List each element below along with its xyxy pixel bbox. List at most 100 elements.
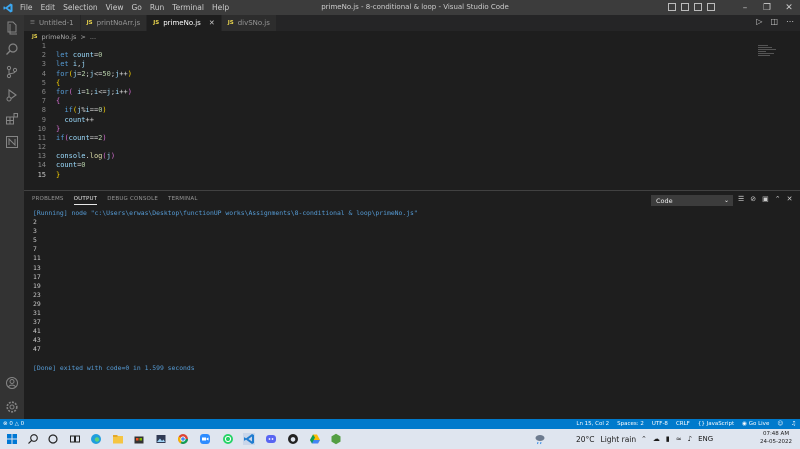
code-editor[interactable]: 1 2 3 4 5 6 7 8 9 10 11 12 13 14 15 let … [24,42,800,190]
system-clock[interactable]: 07:48 AM 24-05-2022 [760,431,792,446]
breadcrumb-more[interactable]: ... [90,33,96,41]
title-bar: File Edit Selection View Go Run Terminal… [0,0,800,15]
customize-layout-icon[interactable] [707,3,715,11]
tab-untitled-1[interactable]: ☰ Untitled-1 [24,15,81,31]
tab-terminal[interactable]: TERMINAL [168,196,198,205]
output-line: 13 [33,263,41,272]
weather-widget[interactable]: 20°C Light rain [534,429,636,449]
toggle-sidebar-icon[interactable] [668,3,676,11]
maximize-panel-icon[interactable]: ⌃ [775,195,781,203]
discord-icon[interactable] [265,433,277,445]
editor-tab-bar: ☰ Untitled-1 JS printNoArr.js JS primeNo… [24,15,800,31]
filter-list-icon[interactable]: ☰ [738,195,744,203]
notifications-bell-icon[interactable]: ♫ [791,419,796,429]
close-panel-icon[interactable]: ✕ [787,195,793,203]
windows-start-icon[interactable] [6,433,18,445]
menu-edit[interactable]: Edit [37,0,60,15]
run-file-icon[interactable]: ▷ [756,17,762,26]
battery-icon[interactable]: ▮ [666,435,670,443]
vscode-logo-icon[interactable] [0,0,16,15]
whatsapp-icon[interactable] [222,433,234,445]
menu-run[interactable]: Run [146,0,168,15]
menu-terminal[interactable]: Terminal [168,0,208,15]
menu-view[interactable]: View [102,0,128,15]
menu-selection[interactable]: Selection [59,0,102,15]
cursor-position[interactable]: Ln 15, Col 2 [576,419,609,429]
onedrive-icon[interactable]: ☁ [653,435,660,443]
line-ending[interactable]: CRLF [676,419,690,429]
tab-debug-console[interactable]: DEBUG CONSOLE [107,196,158,205]
vscode-taskbar-icon[interactable] [243,433,255,445]
file-explorer-icon[interactable] [112,433,124,445]
minimize-icon[interactable]: – [734,0,756,15]
task-view-icon[interactable] [69,433,81,445]
minimap[interactable] [758,44,788,56]
explorer-icon[interactable] [5,21,19,35]
search-icon[interactable] [5,42,19,56]
store-icon[interactable] [133,433,145,445]
clear-output-icon[interactable]: ⊘ [750,195,756,203]
wifi-icon[interactable]: ≈ [676,435,682,443]
menu-go[interactable]: Go [127,0,145,15]
tab-problems[interactable]: PROBLEMS [32,196,64,205]
output-channel-select[interactable]: Code ⌄ [651,195,733,206]
cortana-icon[interactable] [47,433,59,445]
code-line: for( i=1;i<=j;i++) [56,87,132,96]
output-line: 37 [33,318,41,327]
input-language[interactable]: ENG [698,435,713,443]
tab-printnoarr[interactable]: JS printNoArr.js [80,15,148,31]
js-icon: JS [153,20,160,26]
chrome-icon[interactable] [177,433,189,445]
chevron-down-icon: ⌄ [723,197,729,204]
more-actions-icon[interactable]: ⋯ [786,17,794,26]
toggle-secondary-sidebar-icon[interactable] [694,3,702,11]
node-icon[interactable] [330,433,342,445]
weather-description: Light rain [600,434,637,444]
zoom-icon[interactable] [199,433,211,445]
search-icon[interactable] [27,433,39,445]
show-hidden-icons-icon[interactable]: ⌃ [641,435,647,443]
tab-output[interactable]: OUTPUT [73,196,98,205]
edge-icon[interactable] [90,433,102,445]
line-number: 12 [37,143,46,152]
language-mode[interactable]: {} JavaScript [698,419,734,429]
encoding[interactable]: UTF-8 [652,419,668,429]
close-window-icon[interactable]: ✕ [778,0,800,15]
code-lines: let count=0 let i,j for(j=2;j<=50;j++){for… [56,42,132,180]
tab-divsno[interactable]: JS divSNo.js [221,15,277,31]
code-line: count++ [64,115,94,124]
photos-icon[interactable] [155,433,167,445]
google-drive-icon[interactable] [309,433,321,445]
output-content[interactable]: [Running] node "c:\Users\erwas\Desktop\f… [33,209,418,373]
accounts-icon[interactable] [5,376,19,390]
output-line: 3 [33,227,37,236]
go-live-label: Go Live [748,421,770,427]
restore-icon[interactable]: ❐ [756,0,778,15]
line-number: 3 [41,60,46,69]
output-number-list: 2 3 5 7 11 13 17 19 23 29 31 37 41 43 47 [33,218,418,354]
github-icon[interactable] [287,433,299,445]
extensions-icon[interactable] [5,112,19,126]
toggle-panel-icon[interactable] [681,3,689,11]
js-icon: JS [86,20,93,26]
feedback-icon[interactable]: ☺ [777,419,783,429]
settings-gear-icon[interactable] [5,400,19,414]
run-debug-icon[interactable] [5,88,19,102]
source-control-icon[interactable] [5,65,19,79]
rain-cloud-icon [535,435,545,445]
code-line: { [56,78,61,87]
problems-status[interactable]: ⊗ 0 △ 0 [3,419,24,429]
lock-scroll-icon[interactable]: ▣ [762,195,769,203]
go-live-button[interactable]: ◉ Go Live [742,419,769,429]
tab-primeno[interactable]: JS primeNo.js ✕ [147,15,222,31]
menu-help[interactable]: Help [208,0,233,15]
indentation[interactable]: Spaces: 2 [617,419,644,429]
test-explorer-icon[interactable] [5,135,19,149]
close-tab-icon[interactable]: ✕ [209,19,215,27]
volume-icon[interactable]: ♪ [688,435,692,443]
panel-tabs: PROBLEMS OUTPUT DEBUG CONSOLE TERMINAL [32,196,198,205]
breadcrumb-file[interactable]: primeNo.js [41,33,76,41]
menu-file[interactable]: File [16,0,37,15]
split-editor-icon[interactable]: ◫ [770,17,778,26]
